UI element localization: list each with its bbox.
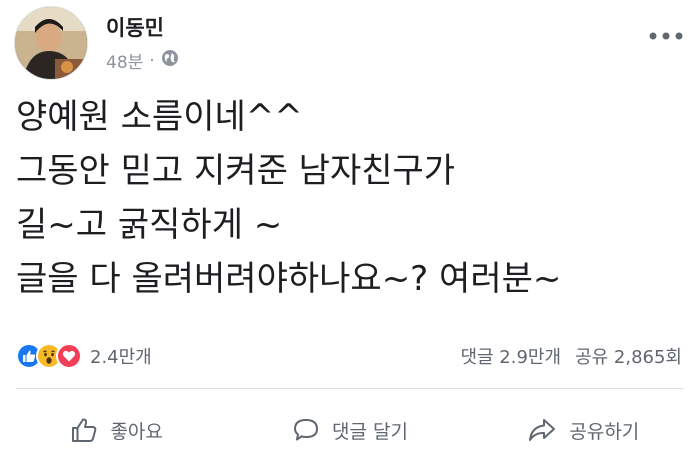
divider — [16, 388, 684, 389]
author-name[interactable]: 이동민 — [106, 12, 164, 42]
comment-button[interactable]: 댓글 달기 — [233, 400, 466, 460]
post-content: 양예원 소름이네^^ 그동안 믿고 지켜준 남자친구가 길~고 굵직하게 ~ 글… — [16, 90, 684, 306]
reaction-count: 2.4만개 — [90, 347, 152, 368]
avatar-photo — [15, 7, 87, 79]
share-button[interactable]: 공유하기 — [467, 400, 700, 460]
comment-label: 댓글 달기 — [332, 420, 408, 443]
reactions-summary[interactable]: 2.4만개 — [16, 343, 152, 369]
thumbs-up-icon — [72, 418, 97, 442]
ellipsis-icon — [649, 32, 683, 40]
meta-separator: · — [149, 50, 155, 71]
facebook-post: 이동민 48분 · 양예원 소름이네^^ 그동안 믿고 지켜준 남자친구가 길~… — [0, 0, 700, 464]
post-content-line: 글을 다 올려버려야하나요~? 여러분~ — [16, 259, 562, 299]
like-button[interactable]: 좋아요 — [0, 400, 233, 460]
more-options-button[interactable] — [648, 18, 684, 48]
engagement-stats: 2.4만개 댓글 2.9만개 공유 2,865회 — [16, 340, 682, 372]
post-time[interactable]: 48분 — [106, 48, 143, 73]
post-content-line: 길~고 굵직하게 ~ — [16, 205, 283, 245]
share-arrow-icon — [529, 419, 556, 441]
post-content-line: 양예원 소름이네^^ — [16, 97, 303, 137]
comment-count[interactable]: 댓글 2.9만개 — [460, 343, 561, 369]
post-content-line: 그동안 믿고 지켜준 남자친구가 — [16, 151, 456, 191]
comment-bubble-icon — [294, 419, 318, 441]
globe-icon — [161, 49, 179, 72]
like-label: 좋아요 — [110, 420, 163, 443]
share-count[interactable]: 공유 2,865회 — [575, 343, 682, 369]
post-meta: 48분 · — [106, 48, 179, 73]
share-label: 공유하기 — [569, 420, 640, 443]
stats-right: 댓글 2.9만개 공유 2,865회 — [460, 343, 682, 369]
post-actions: 좋아요 댓글 달기 공유하기 — [0, 400, 700, 460]
avatar[interactable] — [14, 6, 88, 80]
love-icon — [56, 343, 82, 369]
